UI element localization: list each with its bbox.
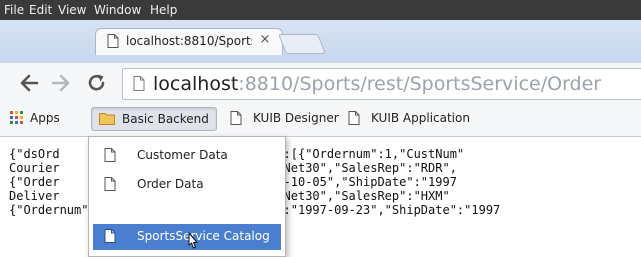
menu-help[interactable]: Help xyxy=(150,3,177,17)
tab-active[interactable]: localhost:8810/Sports/rest/S × xyxy=(95,28,283,55)
url-text: localhost:8810/Sports/rest/SportsService… xyxy=(153,73,601,95)
bookmark-basic-backend-label: Basic Backend xyxy=(122,112,209,126)
dropdown-item-label: Customer Data xyxy=(137,148,228,162)
page-icon xyxy=(133,76,145,94)
page-icon xyxy=(104,229,116,246)
bookmarks-bar: Apps Basic Backend KUIB Designer KUIB Ap… xyxy=(0,102,641,137)
dropdown-item-label: SportsService Catalog xyxy=(137,229,270,243)
dropdown-item-label: Order Data xyxy=(137,177,204,191)
menu-bar: File Edit View Window Help xyxy=(0,0,641,20)
page-icon xyxy=(107,34,119,51)
forward-arrow-icon[interactable] xyxy=(50,72,72,94)
back-arrow-icon[interactable] xyxy=(18,72,40,94)
dropdown-item-customer-data[interactable]: Customer Data xyxy=(93,143,281,169)
bookmark-kuib-designer[interactable]: KUIB Designer xyxy=(227,107,339,129)
page-icon xyxy=(104,148,116,165)
menu-window[interactable]: Window xyxy=(94,3,141,17)
bookmark-folder-basic-backend[interactable]: Basic Backend xyxy=(91,107,217,131)
dropdown-item-order-data[interactable]: Order Data xyxy=(93,172,281,198)
bookmark-kuib-application-label: KUIB Application xyxy=(371,111,470,125)
url-host: localhost xyxy=(153,73,239,95)
tab-strip: localhost:8810/Sports/rest/S × xyxy=(0,20,641,62)
mouse-cursor-icon xyxy=(184,232,202,252)
toolbar: localhost:8810/Sports/rest/SportsService… xyxy=(0,62,641,103)
reload-icon[interactable] xyxy=(86,72,108,94)
page-icon xyxy=(230,111,242,128)
bookmark-apps[interactable]: Apps xyxy=(8,107,86,129)
menu-view[interactable]: View xyxy=(58,3,86,17)
close-icon[interactable]: × xyxy=(258,33,272,47)
folder-icon xyxy=(99,112,115,128)
bookmark-kuib-application[interactable]: KUIB Application xyxy=(345,107,470,129)
address-bar[interactable]: localhost:8810/Sports/rest/SportsService… xyxy=(122,68,641,100)
new-tab-button[interactable] xyxy=(277,34,327,54)
menu-file[interactable]: File xyxy=(4,3,24,17)
apps-grid-icon xyxy=(10,111,24,128)
tab-title: localhost:8810/Sports/rest/S xyxy=(126,34,252,48)
menu-edit[interactable]: Edit xyxy=(29,3,52,17)
bookmark-kuib-designer-label: KUIB Designer xyxy=(253,111,339,125)
bookmark-apps-label: Apps xyxy=(30,111,60,125)
page-icon xyxy=(348,111,360,128)
page-icon xyxy=(104,177,116,194)
url-path: :8810/Sports/rest/SportsService/Order xyxy=(238,73,602,95)
